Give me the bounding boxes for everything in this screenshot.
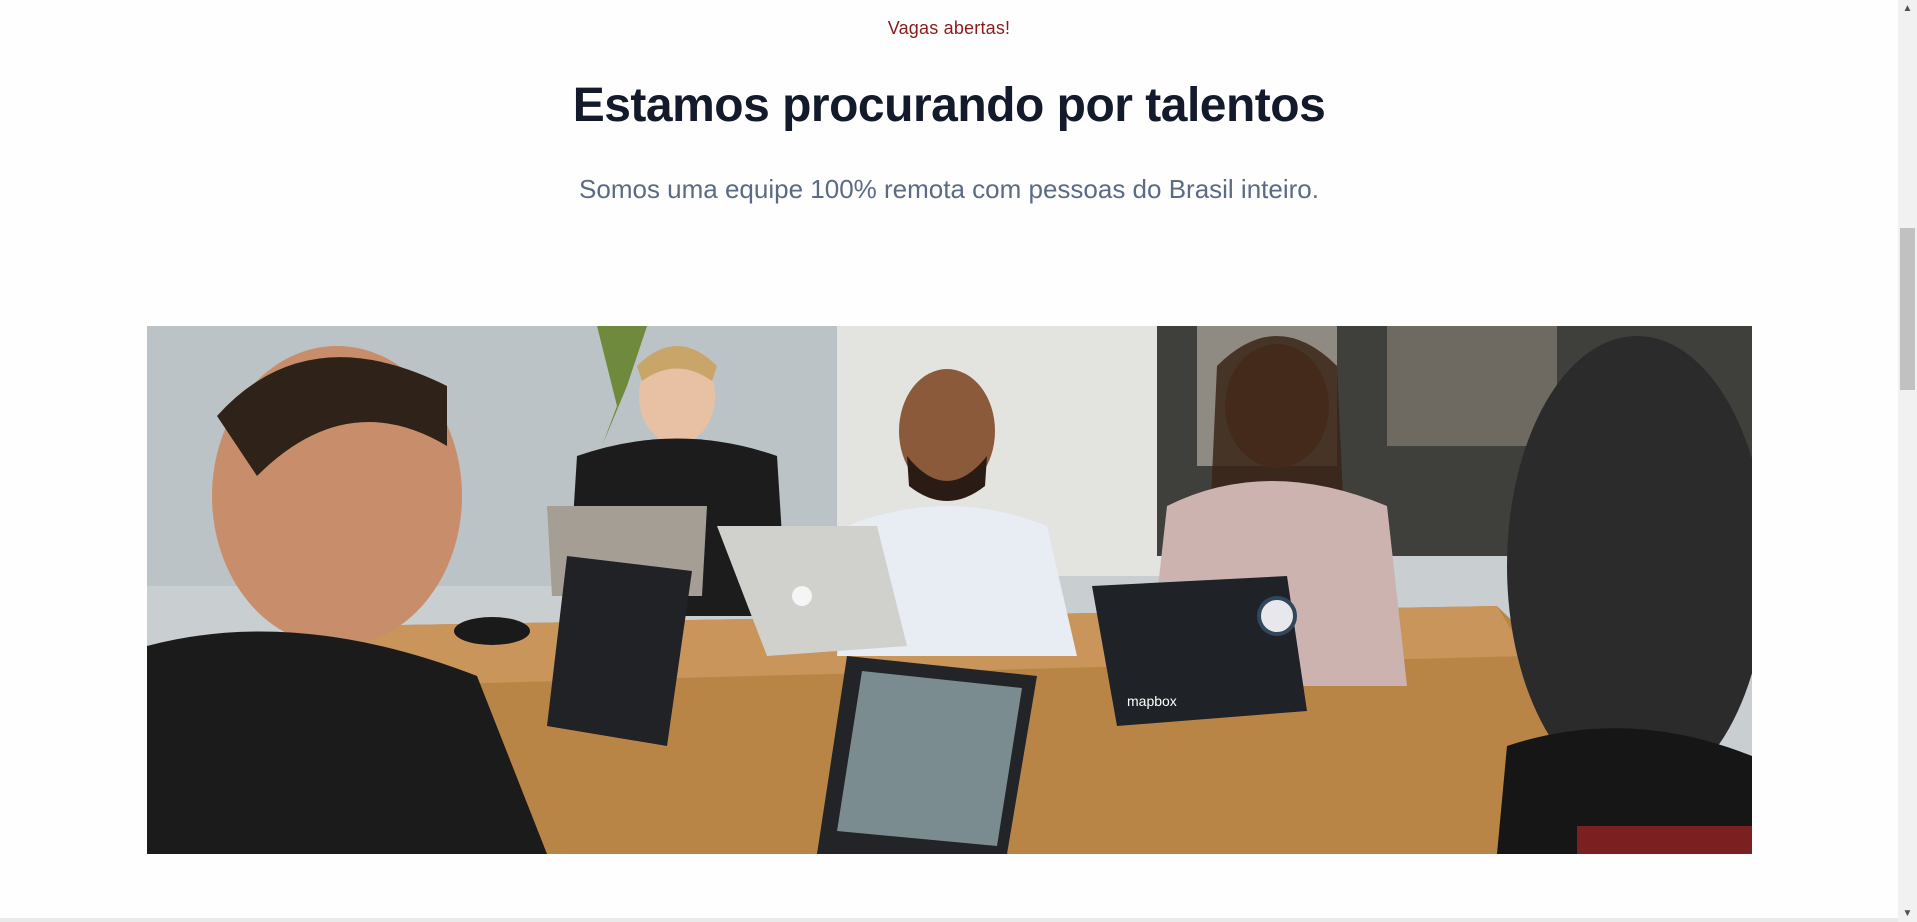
scroll-thumb[interactable]: [1900, 228, 1915, 390]
scroll-down-icon[interactable]: ▼: [1898, 905, 1917, 922]
section-eyebrow: Vagas abertas!: [887, 18, 1011, 38]
mapbox-sticker: mapbox: [1127, 693, 1177, 709]
scroll-up-icon[interactable]: ▲: [1898, 0, 1917, 17]
page: Vagas abertas! Estamos procurando por ta…: [0, 0, 1917, 922]
team-photo-image: mapbox: [147, 326, 1752, 854]
careers-section: Vagas abertas! Estamos procurando por ta…: [0, 0, 1898, 922]
section-subhead: Somos uma equipe 100% remota com pessoas…: [579, 174, 1319, 204]
bottom-divider: [0, 918, 1898, 922]
team-photo: mapbox: [147, 326, 1752, 854]
vertical-scrollbar[interactable]: ▲ ▼: [1898, 0, 1917, 922]
section-headline: Estamos procurando por talentos: [572, 79, 1326, 132]
